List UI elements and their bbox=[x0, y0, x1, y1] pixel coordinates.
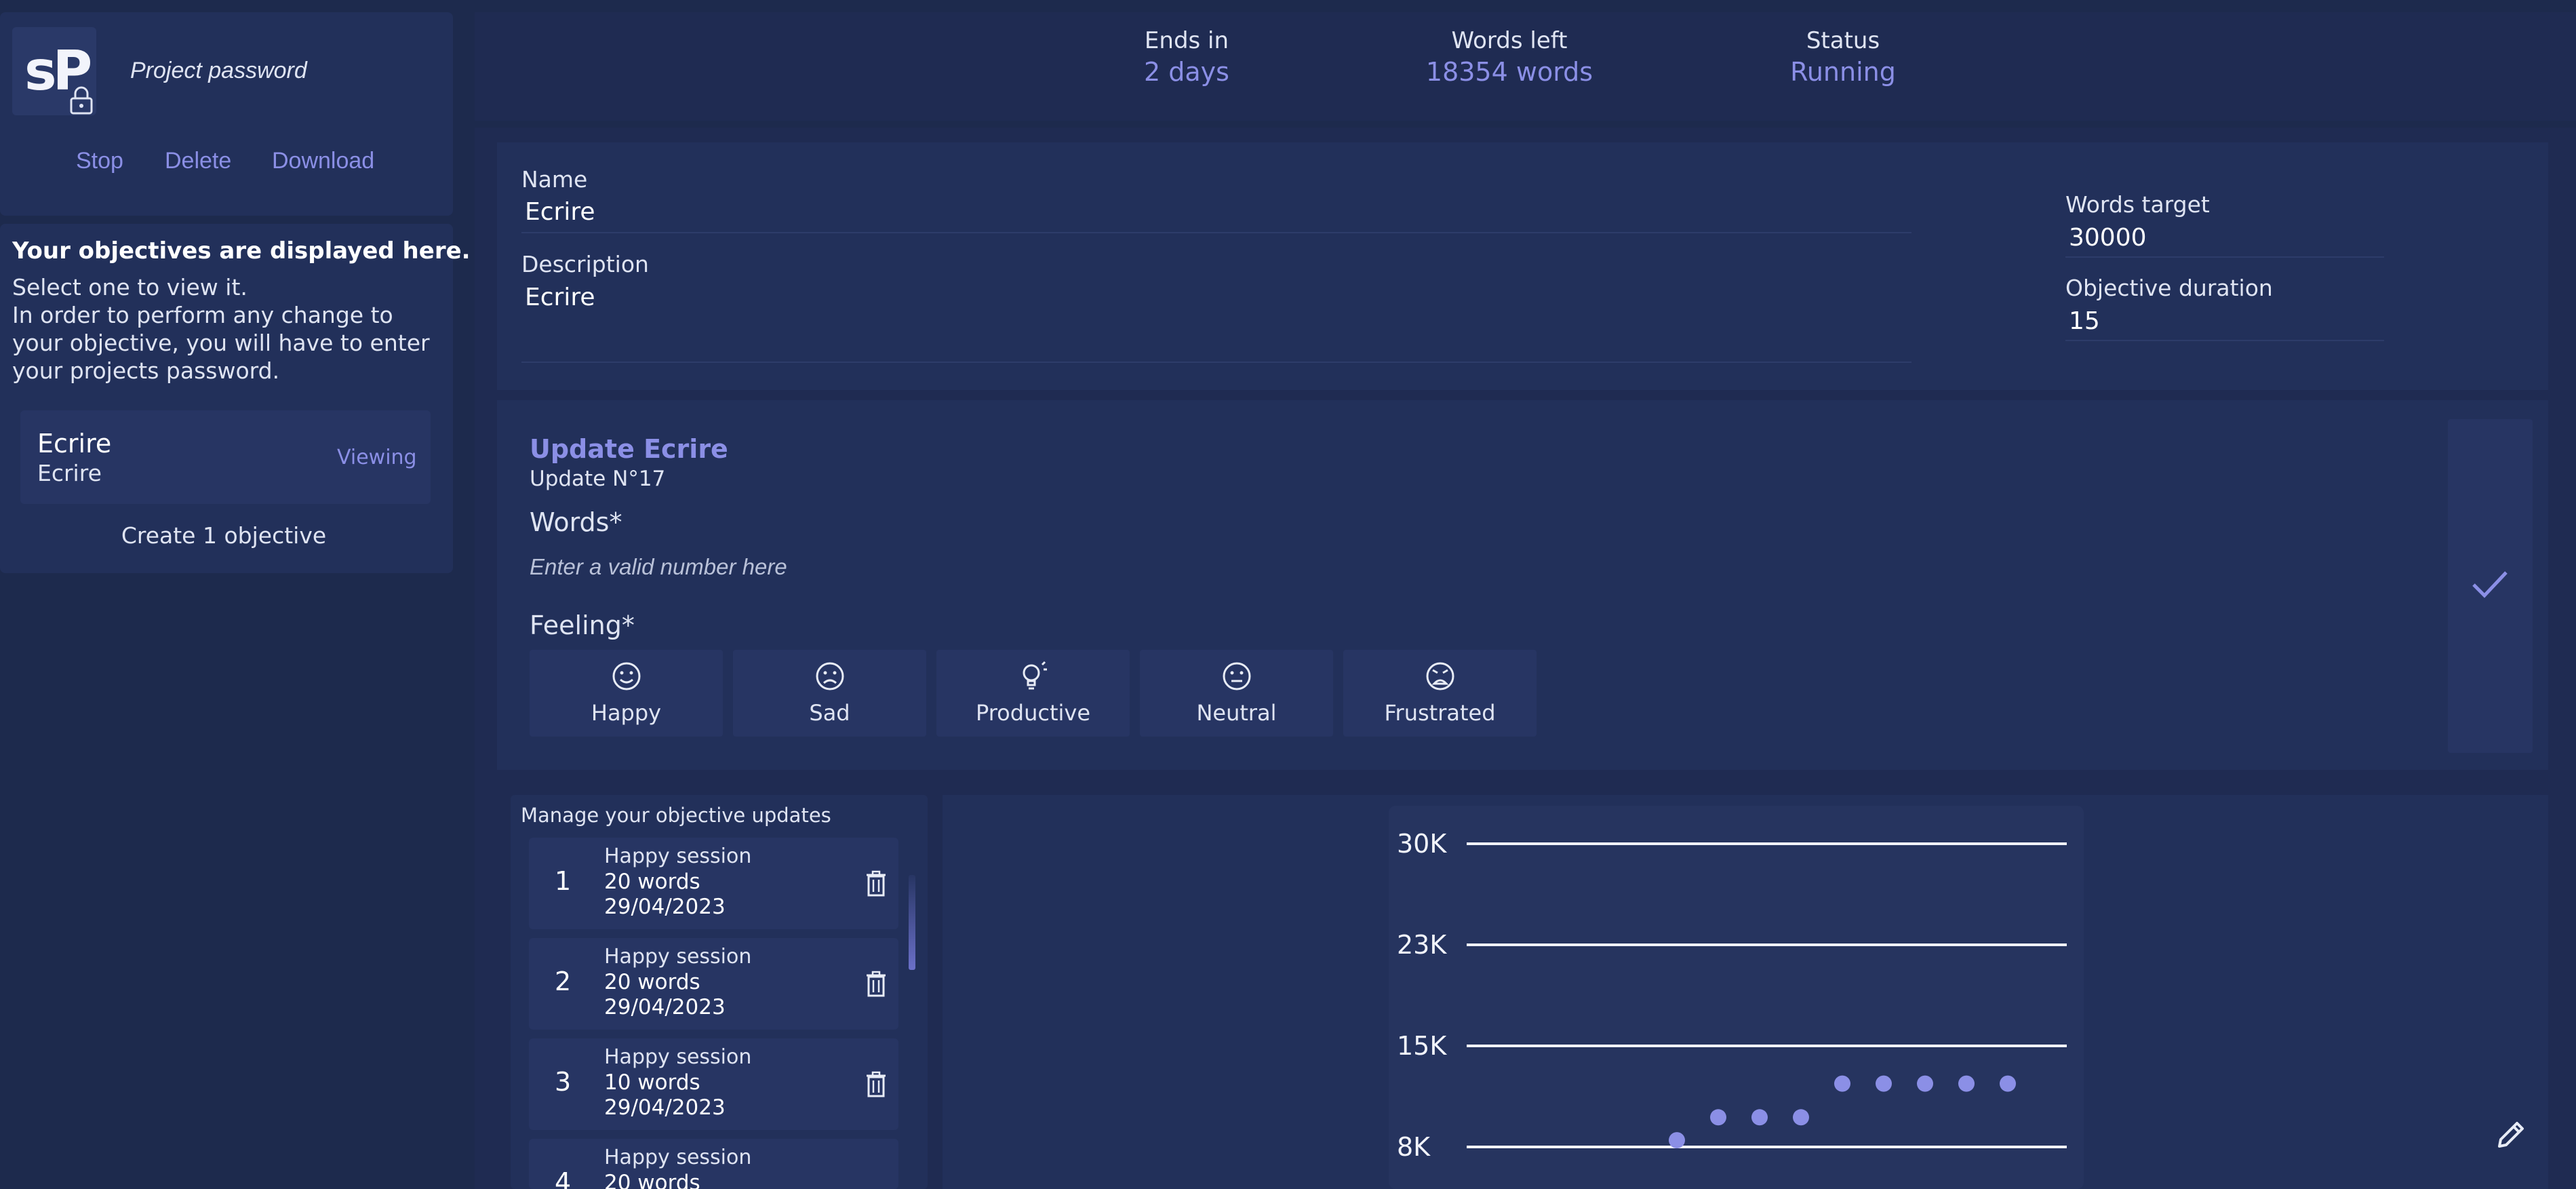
trash-icon[interactable] bbox=[865, 1071, 888, 1098]
update-date: 29/04/2023 bbox=[604, 995, 726, 1019]
update-list-item[interactable]: 2 Happy session 20 words 29/04/2023 bbox=[529, 938, 898, 1030]
frustrated-face-icon bbox=[1426, 662, 1454, 690]
description-field[interactable]: Ecrire bbox=[525, 284, 1908, 311]
update-number: Update N°17 bbox=[530, 467, 666, 491]
feeling-happy-button[interactable]: Happy bbox=[530, 650, 723, 737]
trash-icon[interactable] bbox=[865, 870, 888, 897]
update-words: 20 words bbox=[604, 970, 700, 994]
update-list-item[interactable]: 4 Happy session 20 words bbox=[529, 1139, 898, 1189]
create-objective-button[interactable]: Create 1 objective bbox=[0, 522, 448, 549]
words-target-underline bbox=[2065, 256, 2384, 258]
objective-duration-label: Objective duration bbox=[2065, 275, 2273, 301]
status-label: Status bbox=[1806, 27, 1880, 54]
chart-y-tick-label: 8K bbox=[1397, 1132, 1431, 1162]
words-input[interactable] bbox=[530, 554, 1343, 580]
objective-viewing-badge: Viewing bbox=[337, 446, 417, 469]
project-password-field[interactable]: Project password bbox=[130, 58, 307, 84]
objective-description: Ecrire bbox=[37, 460, 102, 486]
download-button[interactable]: Download bbox=[272, 148, 374, 174]
chart-point bbox=[1876, 1075, 1892, 1092]
feeling-sad-button[interactable]: Sad bbox=[733, 650, 926, 737]
chart-y-tick-label: 15K bbox=[1397, 1031, 1447, 1061]
update-session: Happy session bbox=[604, 945, 752, 969]
objectives-info-text: Select one to view it. In order to perfo… bbox=[12, 273, 446, 385]
objective-form bbox=[497, 142, 2548, 390]
delete-button[interactable]: Delete bbox=[165, 148, 231, 174]
update-words: 20 words bbox=[604, 1171, 700, 1189]
feeling-productive-button[interactable]: Productive bbox=[936, 650, 1130, 737]
words-left-value: 18354 words bbox=[1425, 57, 1593, 87]
description-label: Description bbox=[521, 251, 649, 277]
check-icon bbox=[2472, 571, 2508, 598]
chart-y-tick-label: 30K bbox=[1397, 829, 1447, 859]
objectives-info-title: Your objectives are displayed here. bbox=[12, 237, 471, 265]
update-title: Update Ecrire bbox=[530, 434, 728, 464]
chart-point bbox=[1958, 1075, 1975, 1092]
update-index: 1 bbox=[555, 866, 572, 896]
update-list-item[interactable]: 3 Happy session 10 words 29/04/2023 bbox=[529, 1038, 898, 1130]
updates-scrollbar[interactable] bbox=[909, 875, 915, 970]
feeling-neutral-label: Neutral bbox=[1196, 700, 1277, 726]
feeling-frustrated-label: Frustrated bbox=[1384, 700, 1496, 726]
info-select-text: Select one to view it. bbox=[12, 274, 247, 300]
update-date: 29/04/2023 bbox=[604, 1095, 726, 1120]
feeling-sad-label: Sad bbox=[809, 700, 850, 726]
submit-update-button[interactable] bbox=[2448, 419, 2533, 753]
chart-point bbox=[1669, 1132, 1685, 1149]
chart-point bbox=[1751, 1109, 1768, 1126]
update-index: 3 bbox=[555, 1067, 572, 1097]
progress-chart: 30K 23K 15K 8K bbox=[1389, 806, 2084, 1189]
feeling-productive-label: Productive bbox=[975, 700, 1090, 726]
name-label: Name bbox=[521, 166, 588, 193]
feeling-happy-label: Happy bbox=[591, 700, 662, 726]
words-left-label: Words left bbox=[1451, 27, 1568, 54]
feeling-neutral-button[interactable]: Neutral bbox=[1140, 650, 1333, 737]
chart-point bbox=[1917, 1075, 1933, 1092]
name-field[interactable]: Ecrire bbox=[525, 198, 1908, 226]
update-list-item[interactable]: 1 Happy session 20 words 29/04/2023 bbox=[529, 838, 898, 929]
update-date: 29/04/2023 bbox=[604, 895, 726, 919]
description-underline bbox=[521, 362, 1911, 363]
chart-point bbox=[1834, 1075, 1850, 1092]
ends-in-label: Ends in bbox=[1144, 27, 1229, 54]
lightbulb-icon bbox=[1023, 661, 1047, 690]
words-label: Words* bbox=[530, 507, 622, 537]
feeling-frustrated-button[interactable]: Frustrated bbox=[1343, 650, 1537, 737]
lock-icon bbox=[70, 86, 93, 115]
stop-button[interactable]: Stop bbox=[76, 148, 123, 174]
update-words: 20 words bbox=[604, 870, 700, 894]
status-value: Running bbox=[1790, 57, 1896, 87]
words-target-label: Words target bbox=[2065, 191, 2210, 218]
info-change-text: In order to perform any change to your o… bbox=[12, 302, 430, 384]
objective-name: Ecrire bbox=[37, 429, 112, 459]
neutral-face-icon bbox=[1223, 662, 1250, 690]
feeling-label: Feeling* bbox=[530, 610, 635, 640]
progress-chart-svg: 30K 23K 15K 8K bbox=[1397, 829, 2067, 1162]
chart-y-tick-label: 23K bbox=[1397, 930, 1447, 960]
name-underline bbox=[521, 232, 1911, 233]
update-index: 4 bbox=[555, 1167, 572, 1189]
update-session: Happy session bbox=[604, 844, 752, 868]
ends-in-value: 2 days bbox=[1144, 57, 1229, 87]
update-session: Happy session bbox=[604, 1045, 752, 1069]
chart-point bbox=[2000, 1075, 2016, 1092]
updates-list-title: Manage your objective updates bbox=[521, 804, 831, 827]
update-index: 2 bbox=[555, 967, 572, 996]
words-target-field[interactable]: 30000 bbox=[2069, 224, 2381, 252]
chart-point bbox=[1793, 1109, 1809, 1126]
objective-duration-field[interactable]: 15 bbox=[2069, 307, 2381, 335]
happy-face-icon bbox=[612, 662, 640, 690]
edit-pencil-icon[interactable] bbox=[2494, 1118, 2528, 1152]
update-session: Happy session bbox=[604, 1146, 752, 1169]
objective-duration-underline bbox=[2065, 340, 2384, 341]
chart-point bbox=[1710, 1109, 1726, 1126]
trash-icon[interactable] bbox=[865, 971, 888, 998]
sad-face-icon bbox=[816, 662, 844, 690]
update-words: 10 words bbox=[604, 1070, 700, 1095]
